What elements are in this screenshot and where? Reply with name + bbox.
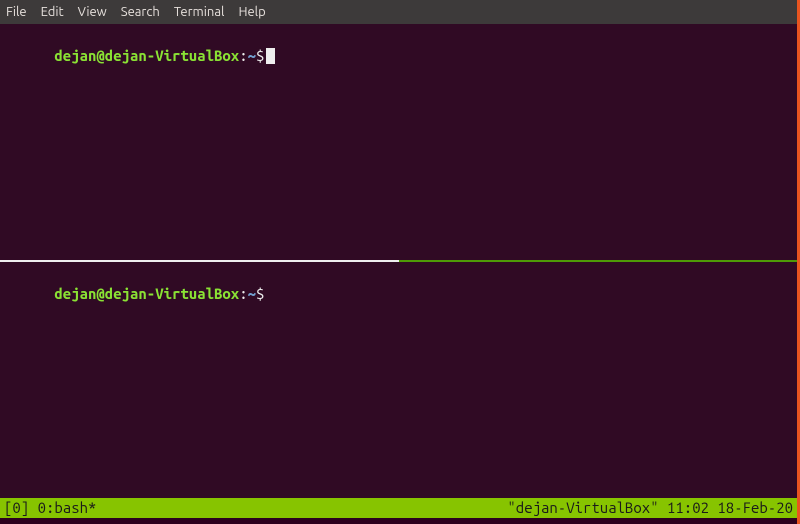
- prompt-user-host: dejan@dejan-VirtualBox: [54, 285, 239, 302]
- terminal-window: File Edit View Search Terminal Help deja…: [0, 0, 800, 524]
- cursor-icon: [266, 48, 275, 64]
- menu-view[interactable]: View: [78, 5, 107, 19]
- statusbar-right: "dejan-VirtualBox" 11:02 18-Feb-20: [507, 498, 793, 518]
- shell-prompt: dejan@dejan-VirtualBox:~$: [54, 47, 264, 64]
- prompt-colon: :: [239, 285, 247, 302]
- prompt-path: ~: [248, 285, 256, 302]
- tmux-statusbar: [0] 0:bash* "dejan-VirtualBox" 11:02 18-…: [0, 498, 797, 518]
- tmux-pane-top[interactable]: dejan@dejan-VirtualBox:~$: [0, 24, 797, 260]
- shell-prompt: dejan@dejan-VirtualBox:~$: [54, 285, 264, 302]
- statusbar-left: [0] 0:bash*: [4, 498, 96, 518]
- prompt-colon: :: [239, 47, 247, 64]
- tmux-pane-bottom[interactable]: dejan@dejan-VirtualBox:~$: [0, 262, 797, 498]
- menu-help[interactable]: Help: [238, 5, 265, 19]
- terminal-area: dejan@dejan-VirtualBox:~$ dejan@dejan-Vi…: [0, 24, 797, 518]
- window-bottom-border: [0, 518, 797, 524]
- prompt-user-host: dejan@dejan-VirtualBox: [54, 47, 239, 64]
- prompt-dollar: $: [256, 285, 264, 302]
- menu-search[interactable]: Search: [121, 5, 160, 19]
- prompt-path: ~: [248, 47, 256, 64]
- prompt-dollar: $: [256, 47, 264, 64]
- menu-edit[interactable]: Edit: [41, 5, 64, 19]
- menu-file[interactable]: File: [6, 5, 27, 19]
- menu-terminal[interactable]: Terminal: [174, 5, 225, 19]
- menubar: File Edit View Search Terminal Help: [0, 0, 797, 24]
